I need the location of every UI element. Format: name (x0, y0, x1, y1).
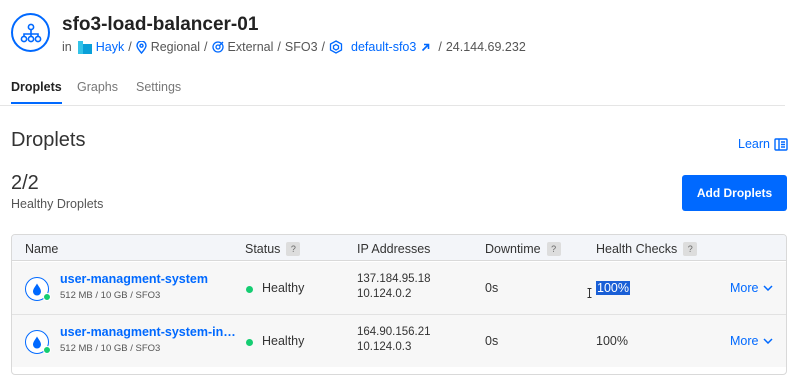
external-target-icon (211, 41, 224, 53)
section-title: Droplets (11, 129, 86, 151)
project-icon (77, 40, 92, 54)
private-ip: 10.124.0.2 (357, 288, 412, 300)
droplet-online-indicator (43, 346, 51, 354)
droplet-online-indicator (43, 293, 51, 301)
droplet-name-link[interactable]: user-managment-system-instance (60, 325, 238, 339)
vpc-icon (329, 40, 343, 54)
healthy-count: 2/2 (11, 172, 39, 194)
learn-label[interactable]: Learn (738, 137, 770, 151)
project-link[interactable]: Hayk (96, 40, 124, 54)
load-balancer-icon (11, 13, 50, 52)
location-pin-icon (136, 40, 147, 54)
in-label: in (62, 40, 72, 54)
downtime-value: 0s (485, 281, 499, 295)
status-help-icon[interactable]: ? (286, 242, 301, 256)
table-row: user-managment-system 512 MB / 10 GB / S… (12, 262, 786, 314)
learn-link[interactable]: Learn (738, 137, 788, 151)
healthy-count-label: Healthy Droplets (11, 197, 104, 211)
droplet-spec: 512 MB / 10 GB / SFO3 (60, 290, 161, 301)
column-health-checks: Health Checks ? (596, 242, 698, 256)
health-checks-help-icon[interactable]: ? (683, 242, 698, 256)
scope-label: Regional (150, 40, 201, 54)
chevron-down-icon (763, 285, 774, 291)
public-ip: 164.90.156.21 (357, 326, 431, 338)
table-header: Name Status ? IP Addresses Downtime ? He… (12, 235, 786, 261)
add-droplets-button[interactable]: Add Droplets (682, 175, 787, 211)
breadcrumb: in Hayk / Regional / External / SFO3 / d… (62, 40, 526, 54)
tab-droplets[interactable]: Droplets (11, 80, 62, 104)
region-label: SFO3 (284, 40, 318, 54)
droplet-name-link[interactable]: user-managment-system (60, 272, 238, 286)
tab-settings[interactable]: Settings (136, 80, 181, 94)
droplet-spec: 512 MB / 10 GB / SFO3 (60, 343, 161, 354)
column-ip-addresses: IP Addresses (357, 242, 431, 256)
text-cursor-icon (587, 288, 592, 298)
droplet-status: Healthy (262, 281, 305, 295)
health-checks-value: 100% (596, 334, 628, 348)
vpc-link[interactable]: default-sfo3 (351, 40, 416, 54)
load-balancer-ip: 24.144.69.232 (445, 40, 526, 54)
book-icon (774, 137, 788, 151)
external-link-arrow-icon[interactable] (421, 43, 430, 52)
type-label: External (227, 40, 274, 54)
chevron-down-icon (763, 338, 774, 344)
healthy-status-dot (246, 339, 253, 346)
healthy-status-dot (246, 286, 253, 293)
more-menu-button[interactable]: More (730, 334, 774, 348)
page-title: sfo3-load-balancer-01 (62, 14, 259, 35)
droplets-table: Name Status ? IP Addresses Downtime ? He… (11, 234, 787, 375)
table-row: user-managment-system-instance 512 MB / … (12, 315, 786, 367)
private-ip: 10.124.0.3 (357, 341, 412, 353)
public-ip: 137.184.95.18 (357, 273, 431, 285)
column-name: Name (25, 242, 59, 256)
column-status: Status ? (245, 242, 301, 256)
downtime-help-icon[interactable]: ? (546, 242, 561, 256)
downtime-value: 0s (485, 334, 499, 348)
droplet-status: Healthy (262, 334, 305, 348)
more-menu-button[interactable]: More (730, 281, 774, 295)
tab-graphs[interactable]: Graphs (77, 80, 118, 94)
health-checks-value: 100% (596, 281, 630, 295)
tab-bar: Droplets Graphs Settings (0, 80, 785, 106)
column-downtime: Downtime ? (485, 242, 561, 256)
